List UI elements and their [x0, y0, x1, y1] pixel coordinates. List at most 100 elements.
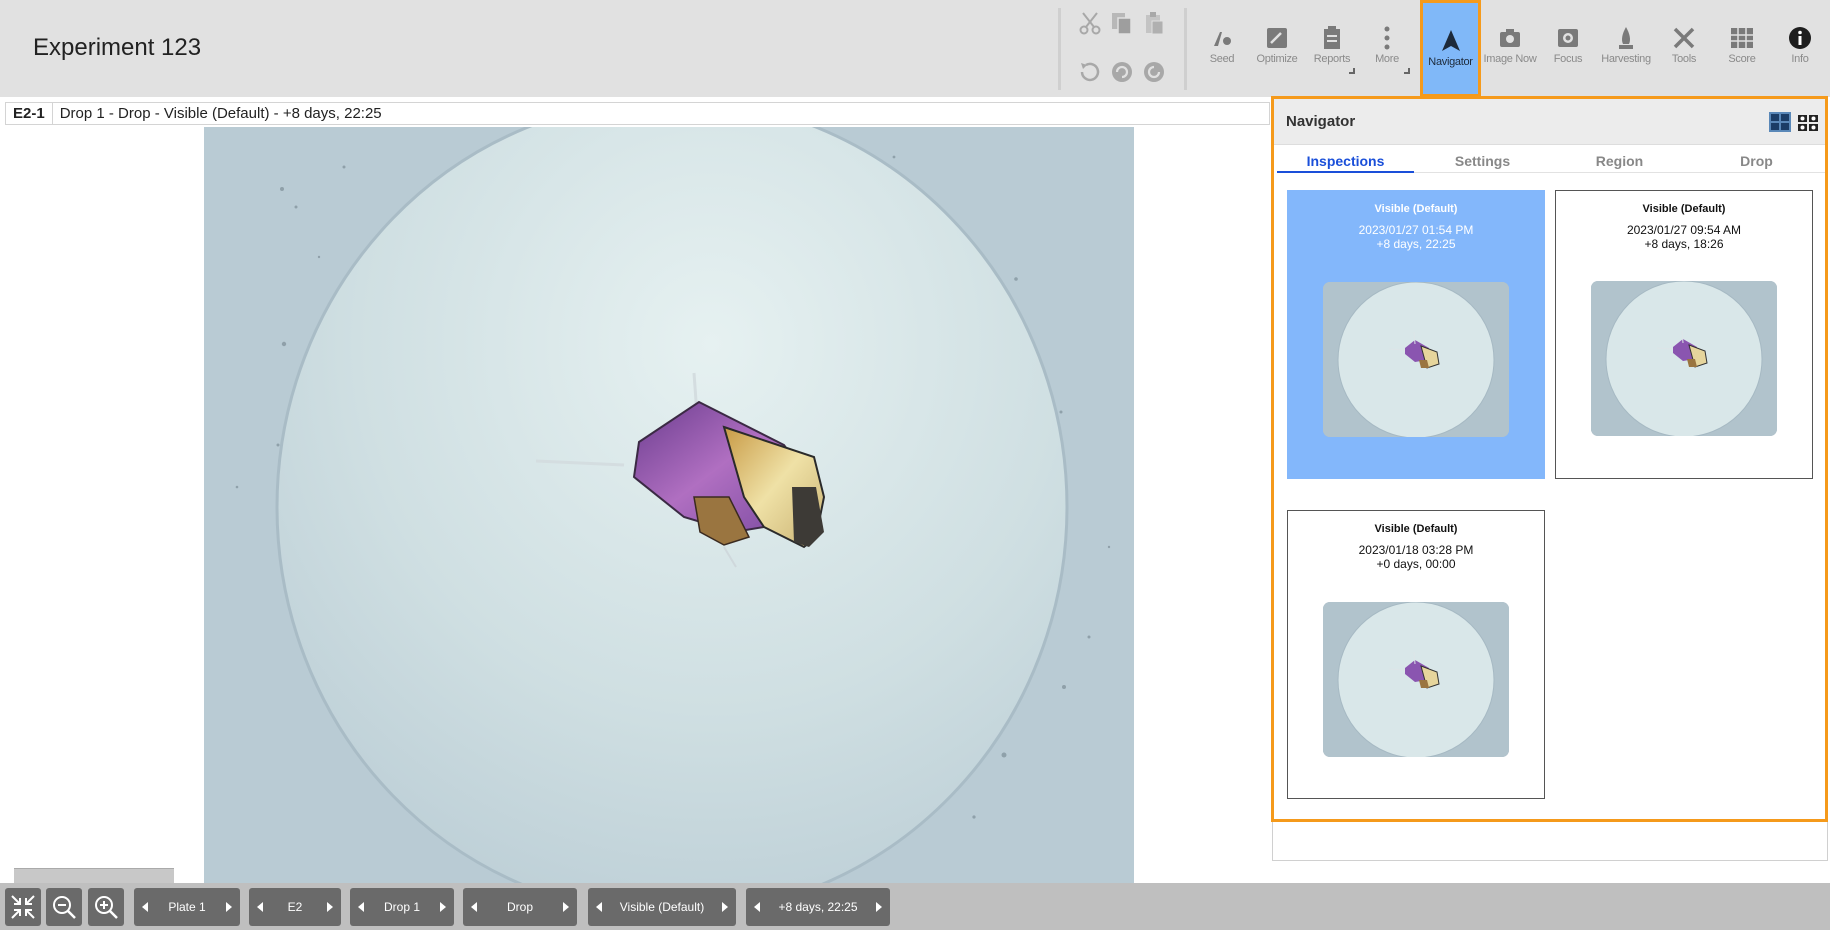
scale-bar-tab[interactable] — [14, 868, 174, 883]
more-button[interactable]: More — [1358, 0, 1416, 97]
image-now-button[interactable]: Image Now — [1481, 0, 1539, 97]
navigator-tabs: Inspections Settings Region Drop — [1277, 151, 1825, 173]
inspection-thumbnail — [1323, 282, 1509, 437]
tab-settings[interactable]: Settings — [1414, 151, 1551, 173]
plate-selector: Plate 1 — [134, 888, 240, 926]
well-selector: E2 — [249, 888, 341, 926]
fit-to-screen-button[interactable] — [5, 888, 41, 926]
toolbar-separator — [1058, 8, 1061, 90]
inspection-date: 2023/01/18 03:28 PM — [1358, 543, 1474, 557]
inspection-title: Visible (Default) — [1374, 523, 1458, 535]
info-button[interactable]: Info — [1771, 0, 1829, 97]
inspection-date: 2023/01/27 09:54 AM — [1626, 223, 1742, 237]
zoom-out-icon — [53, 896, 76, 919]
drop-image[interactable] — [204, 127, 1134, 883]
imaging-value: Visible (Default) — [619, 900, 705, 914]
inspection-elapsed: +8 days, 18:26 — [1644, 237, 1724, 251]
inspection-thumbnail — [1323, 602, 1509, 757]
image-caption-bar: E2-1 Drop 1 - Drop - Visible (Default) -… — [5, 102, 1270, 125]
zoom-in-button[interactable] — [88, 888, 124, 926]
zoom-in-icon — [95, 896, 118, 919]
undo-icon[interactable] — [1077, 59, 1103, 85]
optimize-button[interactable]: Optimize — [1248, 0, 1306, 97]
score-label: Score — [1728, 53, 1756, 65]
tools-icon — [1673, 27, 1695, 49]
inspection-title: Visible (Default) — [1374, 203, 1458, 215]
reports-button[interactable]: Reports — [1303, 0, 1361, 97]
navigator-button[interactable]: Navigator — [1420, 0, 1481, 97]
reports-label: Reports — [1313, 53, 1351, 65]
paste-icon[interactable] — [1141, 10, 1167, 36]
more-icon — [1384, 26, 1390, 50]
reports-icon — [1324, 26, 1340, 49]
seed-label: Seed — [1209, 53, 1235, 65]
next-imaging-icon[interactable] — [722, 902, 728, 912]
navigator-title: Navigator — [1286, 113, 1356, 130]
harvesting-icon — [1619, 27, 1633, 49]
inspection-title: Visible (Default) — [1642, 203, 1726, 215]
tab-region[interactable]: Region — [1551, 151, 1688, 173]
copy-icon[interactable] — [1109, 10, 1135, 36]
tools-button[interactable]: Tools — [1655, 0, 1713, 97]
dropdown-corner-icon — [1404, 68, 1410, 74]
redo-icon[interactable] — [1109, 59, 1135, 85]
cut-icon[interactable] — [1077, 10, 1103, 36]
page-title: Experiment 123 — [33, 34, 202, 61]
focus-button[interactable]: Focus — [1539, 0, 1597, 97]
seed-icon — [1214, 32, 1231, 46]
more-label: More — [1375, 53, 1399, 65]
harvesting-label: Harvesting — [1601, 53, 1651, 65]
inspection-card[interactable]: Visible (Default) 2023/01/27 01:54 PM +8… — [1287, 190, 1545, 479]
focus-icon — [1558, 29, 1578, 47]
optimize-icon — [1267, 28, 1287, 48]
next-time-icon[interactable] — [876, 902, 882, 912]
time-value: +8 days, 22:25 — [778, 900, 858, 914]
image-description: Drop 1 - Drop - Visible (Default) - +8 d… — [59, 105, 382, 122]
score-button[interactable]: Score — [1713, 0, 1771, 97]
inspection-elapsed: +8 days, 22:25 — [1376, 237, 1456, 251]
optimize-label: Optimize — [1256, 53, 1298, 65]
multi-camera-icon[interactable] — [1797, 112, 1819, 132]
inspection-elapsed: +0 days, 00:00 — [1376, 557, 1456, 571]
time-selector: +8 days, 22:25 — [746, 888, 890, 926]
info-icon — [1789, 27, 1811, 49]
well-value: E2 — [287, 900, 303, 914]
seed-button[interactable]: Seed — [1193, 0, 1251, 97]
region-value: Drop — [506, 900, 533, 914]
tab-inspections[interactable]: Inspections — [1277, 151, 1414, 173]
next-drop-icon[interactable] — [440, 902, 446, 912]
navigator-icon — [1441, 30, 1460, 51]
navigator-panel: Navigator Inspections Settings Region Dr… — [1271, 96, 1828, 822]
plate-value: Plate 1 — [168, 900, 206, 914]
harvesting-button[interactable]: Harvesting — [1597, 0, 1655, 97]
score-icon — [1731, 28, 1753, 48]
app-window: Experiment 123 Seed Optimize Reports Mor… — [0, 0, 1830, 930]
tools-label: Tools — [1671, 53, 1697, 65]
inspection-date: 2023/01/27 01:54 PM — [1358, 223, 1474, 237]
inspection-thumbnail — [1591, 281, 1777, 436]
panel-footer — [1272, 822, 1828, 861]
well-label: E2-1 — [6, 103, 53, 124]
history-icon[interactable] — [1141, 59, 1167, 85]
next-plate-icon[interactable] — [226, 902, 232, 912]
info-label: Info — [1791, 53, 1809, 65]
imaging-selector: Visible (Default) — [588, 888, 736, 926]
dropdown-corner-icon — [1349, 68, 1355, 74]
tab-drop[interactable]: Drop — [1688, 151, 1825, 173]
region-selector: Drop — [463, 888, 577, 926]
navigator-header: Navigator — [1274, 99, 1825, 145]
bottom-navigation-bar: Plate 1 E2 Drop 1 Drop Visible (Default)… — [0, 883, 1830, 930]
next-region-icon[interactable] — [563, 902, 569, 912]
inspection-card[interactable]: Visible (Default) 2023/01/18 03:28 PM +0… — [1287, 510, 1545, 799]
drop-value: Drop 1 — [383, 900, 421, 914]
toolbar-separator — [1184, 8, 1187, 90]
navigator-label: Navigator — [1428, 56, 1473, 68]
inspection-card[interactable]: Visible (Default) 2023/01/27 09:54 AM +8… — [1555, 190, 1813, 479]
compare-images-icon[interactable] — [1769, 112, 1791, 132]
camera-icon — [1500, 29, 1520, 47]
top-toolbar: Experiment 123 Seed Optimize Reports Mor… — [0, 0, 1830, 97]
drop-selector: Drop 1 — [350, 888, 454, 926]
collapse-icon — [11, 895, 35, 919]
zoom-out-button[interactable] — [46, 888, 82, 926]
next-well-icon[interactable] — [327, 902, 333, 912]
